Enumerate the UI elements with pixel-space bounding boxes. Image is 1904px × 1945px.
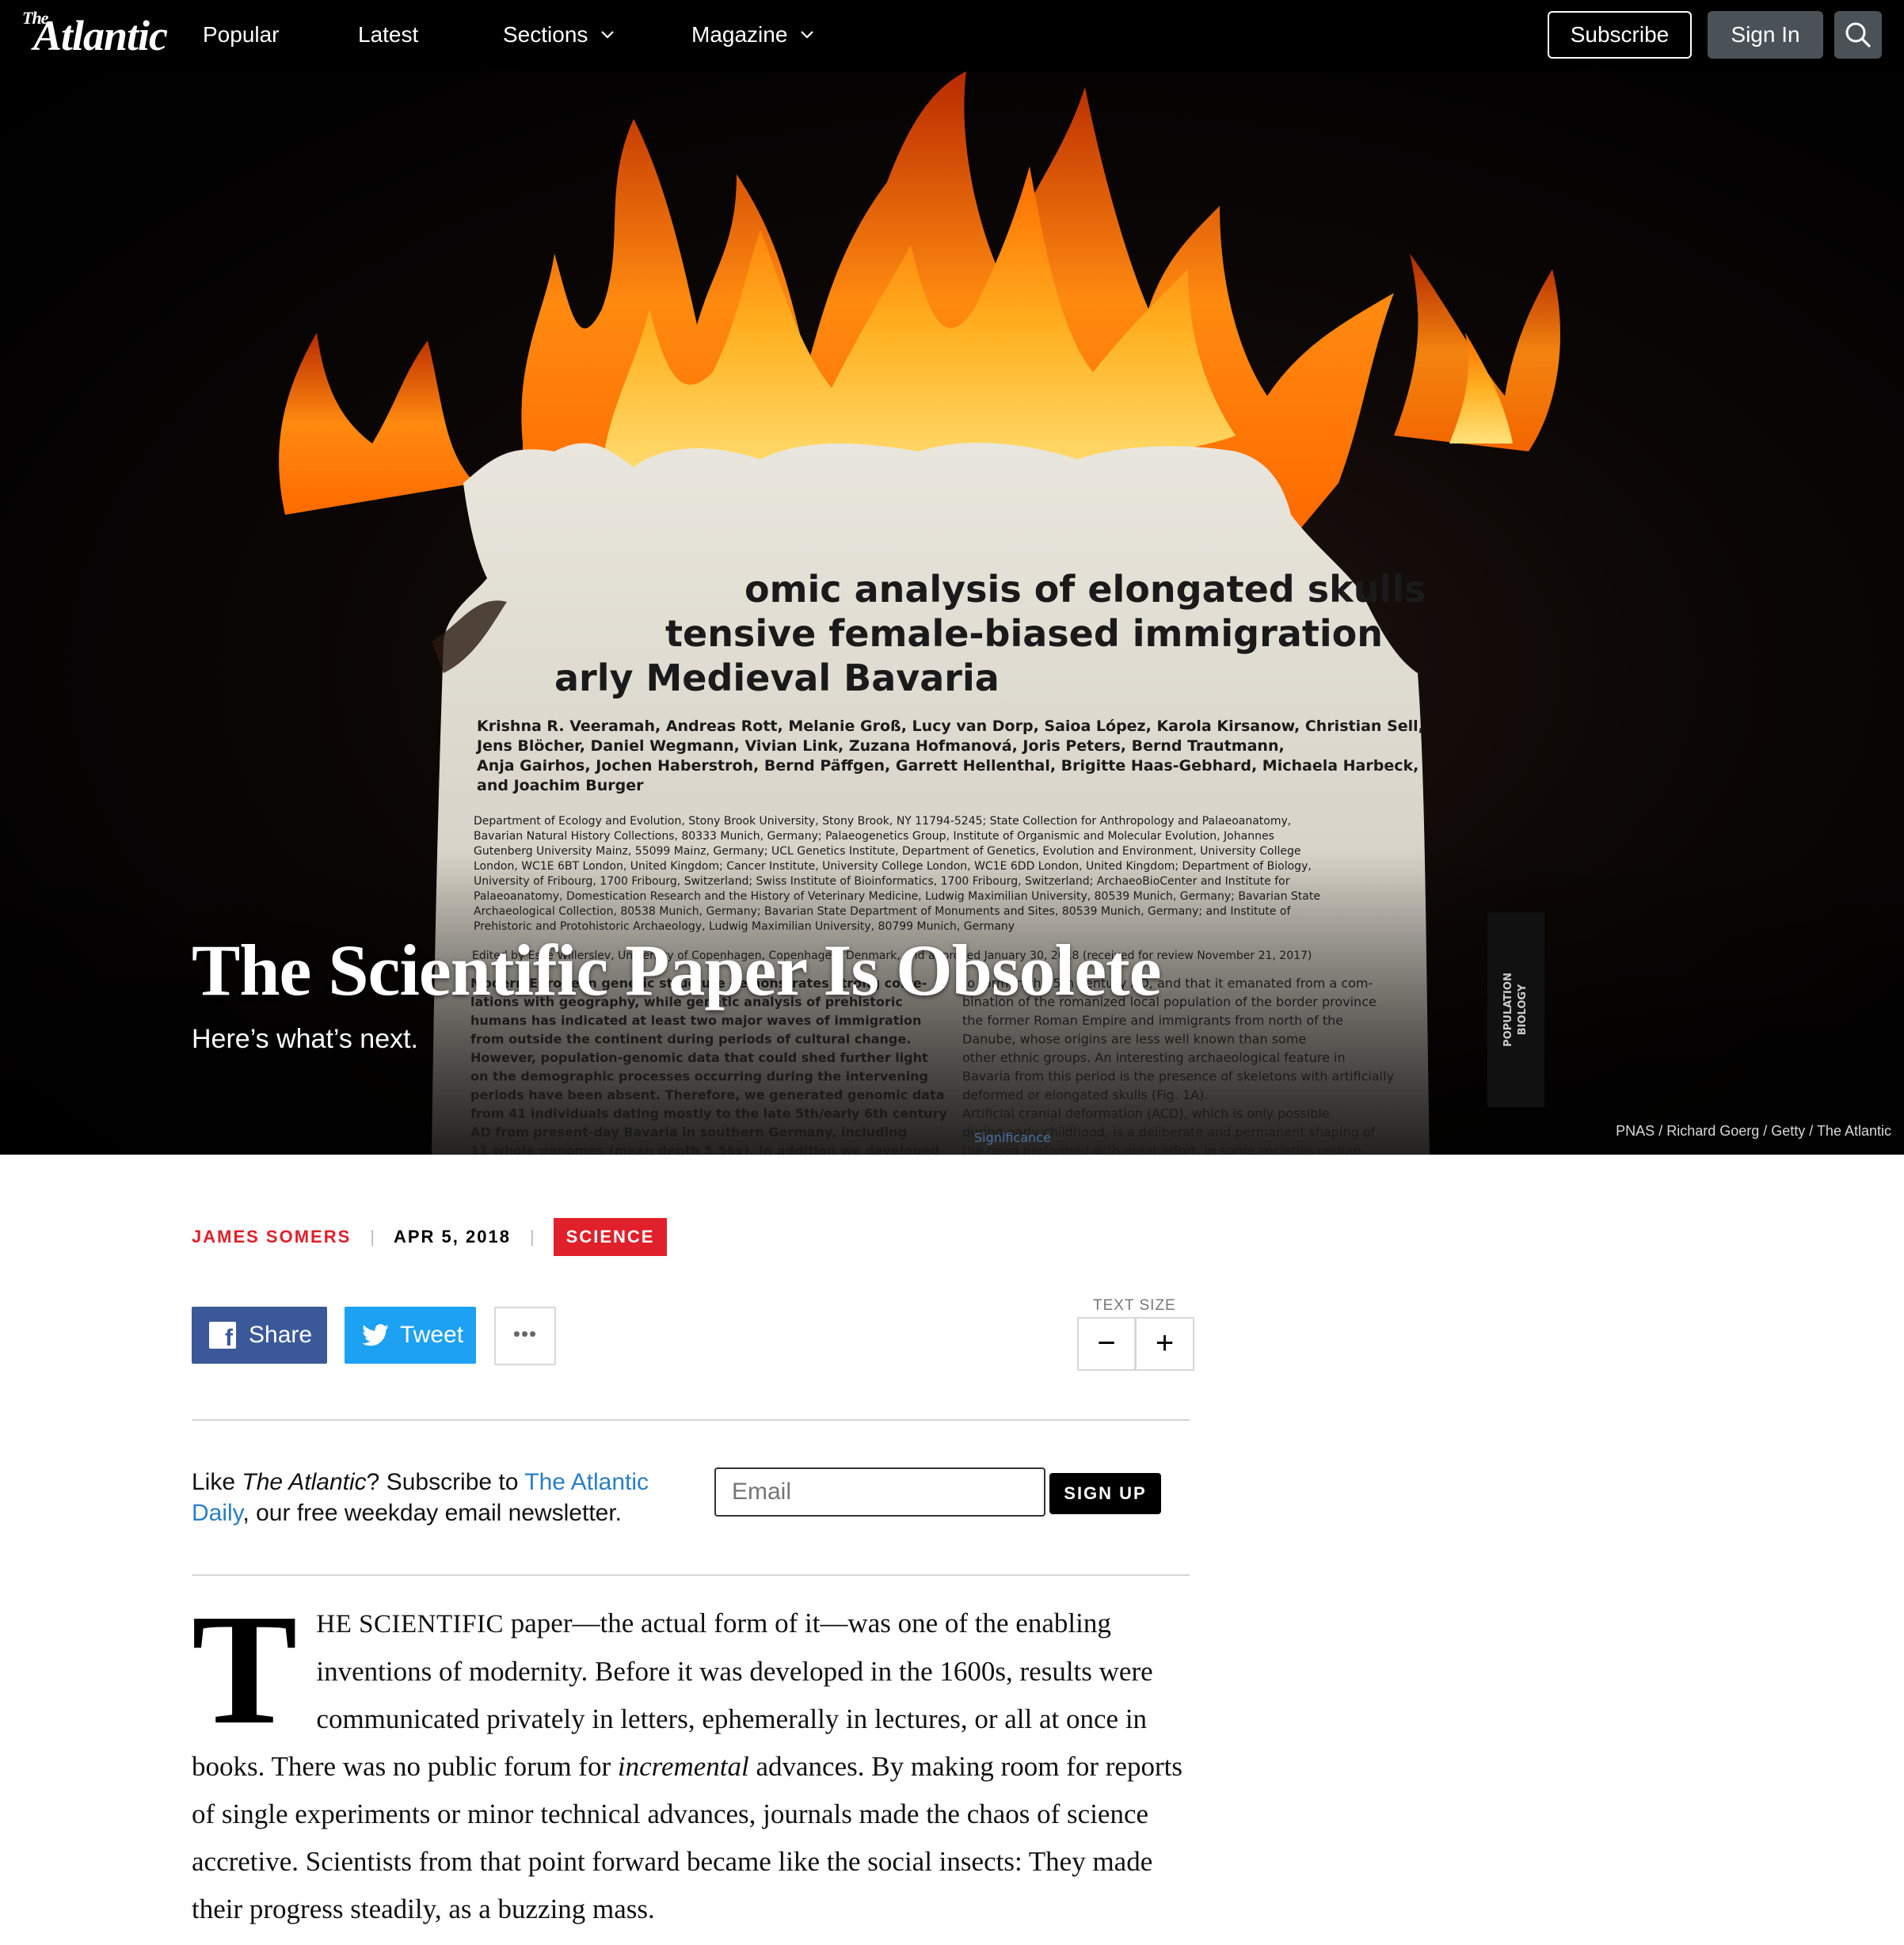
paper-abstract-line: AD from present-day Bavaria in southern … [470, 1125, 907, 1140]
paper-affiliation-line: Gutenberg University Mainz, 55099 Mainz,… [474, 845, 1300, 858]
byline-separator: | [370, 1227, 375, 1247]
nav-magazine[interactable]: Magazine [691, 19, 814, 53]
facebook-share-button[interactable]: f Share [192, 1307, 327, 1364]
paper-author-line: Anja Gairhos, Jochen Haberstroh, Bernd P… [477, 757, 1418, 775]
twitter-tweet-button[interactable]: Tweet [345, 1307, 476, 1364]
nav-sections-label: Sections [503, 22, 588, 47]
sign-in-button[interactable]: Sign In [1708, 11, 1823, 59]
newsletter-promo: Like The Atlantic? Subscribe to The Atla… [192, 1467, 699, 1528]
paper-abstract-line: on the demographic processes occurring d… [470, 1069, 928, 1084]
paper-affiliation-line: Palaeoanatomy, Domestication Research an… [474, 890, 1320, 903]
nav-popular-label: Popular [203, 22, 280, 47]
paper-body-line: Artificial cranial deformation (ACD), wh… [962, 1106, 1330, 1121]
byline: JAMES SOMERS | APR 5, 2018 | SCIENCE [192, 1218, 668, 1256]
side-tab-line-1: POPULATION [1502, 972, 1514, 1047]
paper-title-line: arly Medieval Bavaria [554, 657, 1000, 699]
paper-affiliation-line: Bavarian Natural History Collections, 80… [474, 830, 1274, 843]
paper-abstract-line: from outside the continent during period… [470, 1032, 911, 1047]
paper-title-line: tensive female-biased immigration [665, 612, 1383, 655]
paper-affiliation-line: London, WC1E 6BT London, United Kingdom;… [474, 860, 1312, 873]
paper-author-line: Jens Blöcher, Daniel Wegmann, Vivian Lin… [475, 737, 1285, 755]
chevron-down-icon [596, 26, 615, 44]
text-size-label: TEXT SIZE [1093, 1297, 1176, 1314]
paper-title-line: omic analysis of elongated skulls [744, 568, 1426, 611]
newsletter-text: , our free weekday email newsletter. [242, 1500, 623, 1526]
nav-magazine-label: Magazine [691, 22, 788, 47]
paper-body-line: other ethnic groups. An interesting arch… [962, 1050, 1346, 1065]
more-share-options-button[interactable]: ••• [494, 1307, 556, 1365]
article-dek: Here’s what’s next. [192, 1024, 418, 1054]
subscribe-button[interactable]: Subscribe [1548, 11, 1692, 59]
article-body: T HE SCIENTIFIC paper—the actual form of … [192, 1582, 1190, 1933]
section-tag[interactable]: SCIENCE [553, 1218, 668, 1256]
facebook-share-label: Share [249, 1322, 313, 1348]
paper-body-line: the former Roman Empire and immigrants f… [962, 1013, 1343, 1028]
divider [192, 1419, 1190, 1421]
photo-credit: PNAS / Richard Goerg / Getty / The Atlan… [1616, 1123, 1891, 1139]
side-tab-line-2: BIOLOGY [1517, 984, 1529, 1035]
nav-sections[interactable]: Sections [503, 19, 615, 53]
paper-abstract-line: humans has indicated at least two major … [470, 1013, 921, 1028]
publish-date: APR 5, 2018 [393, 1227, 511, 1247]
paper-abstract-line: 11 whole genomes (mean depth 5.56x). In … [470, 1144, 939, 1155]
drop-cap: T [192, 1582, 298, 1757]
search-button[interactable] [1834, 11, 1882, 59]
paper-body-line: Danube, whose origins are less well know… [962, 1032, 1306, 1047]
text-size-increase-button[interactable]: + [1136, 1317, 1194, 1371]
paragraph-emphasis: incremental [617, 1751, 749, 1782]
byline-separator: | [529, 1227, 535, 1247]
newsletter-publication: The Atlantic [242, 1469, 367, 1495]
chevron-down-icon [795, 26, 814, 44]
paper-abstract-line: from 41 individuals dating mostly to the… [470, 1106, 947, 1121]
author-link[interactable]: JAMES SOMERS [192, 1227, 351, 1247]
facebook-icon: f [209, 1322, 236, 1349]
email-input[interactable] [714, 1467, 1045, 1517]
logo-the: The [22, 8, 48, 28]
paper-affiliation-line: University of Fribourg, 1700 Fribourg, S… [474, 875, 1290, 888]
paper-side-tab [1487, 912, 1544, 1107]
twitter-tweet-label: Tweet [400, 1322, 464, 1348]
article-headline: The Scientific Paper Is Obsolete [192, 930, 1162, 1011]
text-size-decrease-button[interactable]: − [1077, 1317, 1136, 1371]
paper-affiliation-line: Department of Ecology and Evolution, Sto… [474, 815, 1291, 828]
hero-image: omic analysis of elongated skulls tensive… [0, 71, 1904, 1155]
nav-latest-label: Latest [358, 22, 419, 47]
paper-author-line: Krishna R. Veeramah, Andreas Rott, Melan… [477, 717, 1424, 735]
top-nav: The Atlantic Popular Latest Sections Mag… [0, 0, 1904, 71]
twitter-bird-icon [362, 1324, 389, 1346]
search-icon [1845, 22, 1871, 48]
newsletter-text: Like [192, 1469, 242, 1495]
paper-affiliation-line: Archaeological Collection, 80538 Munich,… [474, 905, 1291, 918]
paper-abstract-line: periods have been absent. Therefore, we … [470, 1087, 944, 1102]
lead-in-smallcaps: HE SCIENTIFIC [316, 1610, 504, 1639]
paper-body-line: Bavaria from this period is the presence… [962, 1069, 1394, 1084]
divider [192, 1574, 1190, 1576]
paper-significance-label: Significance [974, 1130, 1051, 1145]
newsletter-text: ? Subscribe to [366, 1469, 525, 1495]
paper-abstract-line: However, population-genomic data that co… [470, 1050, 928, 1065]
nav-popular[interactable]: Popular [203, 19, 280, 51]
nav-latest[interactable]: Latest [358, 19, 418, 51]
sign-up-button[interactable]: SIGN UP [1049, 1473, 1161, 1514]
paper-body-line: deformed or elongated skulls (Fig. 1A). [962, 1087, 1208, 1102]
atlantic-logo[interactable]: The Atlantic [22, 8, 168, 60]
paper-author-line: and Joachim Burger [477, 777, 644, 794]
